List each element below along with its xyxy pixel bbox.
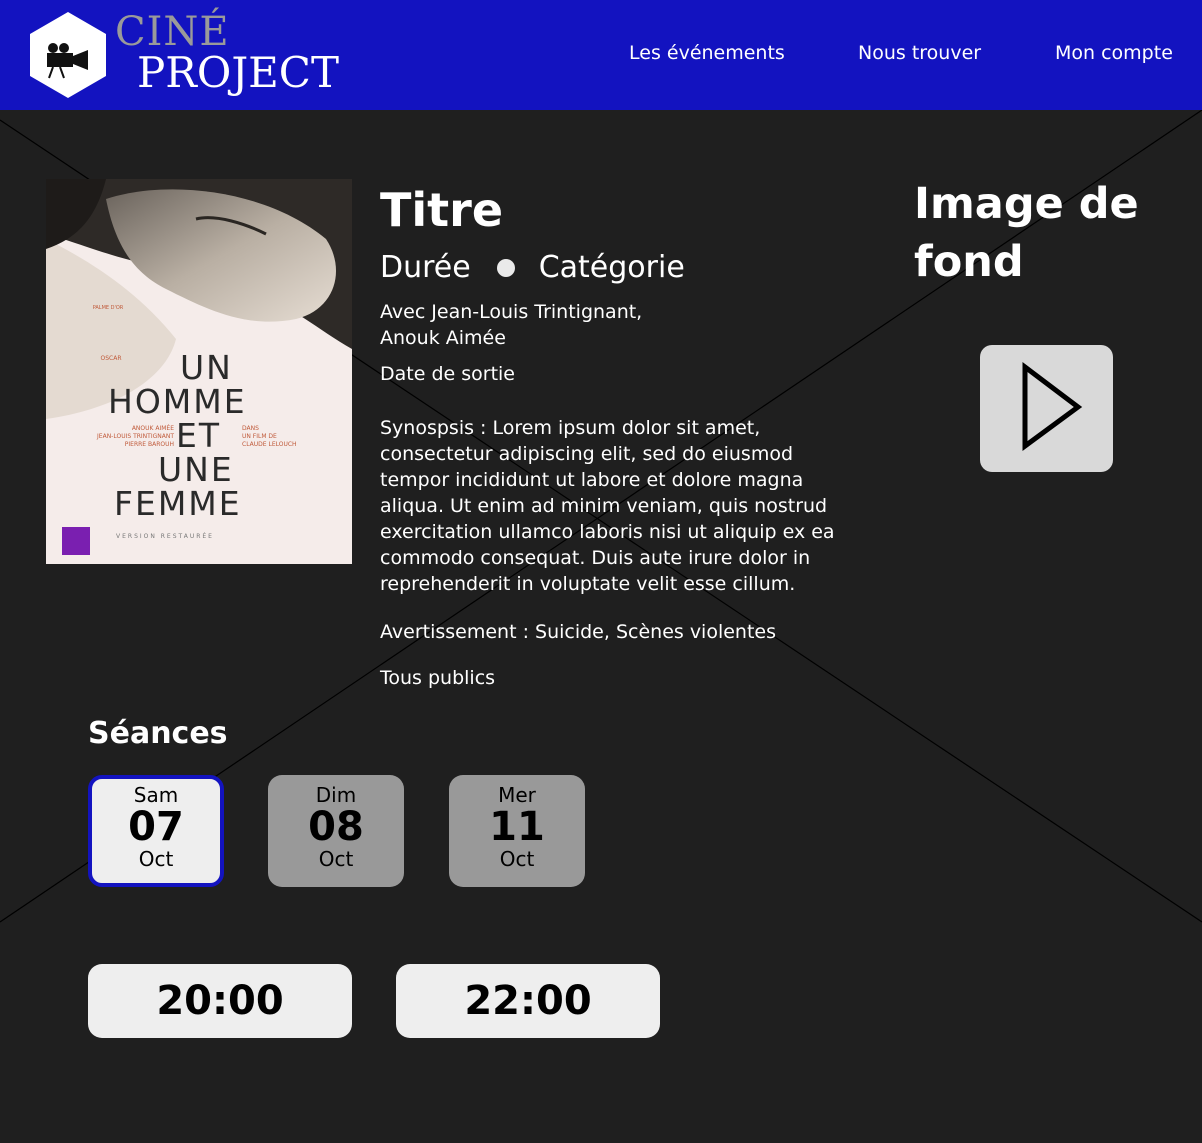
date-card-dim-08[interactable]: Dim 08 Oct	[268, 775, 404, 887]
movie-cast-line: Avec Jean-Louis Trintignant,	[380, 301, 643, 323]
showtime-button-2000[interactable]: 20:00	[88, 964, 352, 1038]
date-card-sam-07[interactable]: Sam 07 Oct	[88, 775, 224, 887]
poster-actor: JEAN-LOUIS TRINTIGNANT	[97, 433, 174, 440]
brand-name-top: CINÉ	[115, 9, 230, 55]
synopsis-line: exercitation ullamco laboris nisi ut ali…	[380, 521, 835, 543]
poster-title-line: HOMME	[108, 382, 247, 421]
poster-version: VERSION RESTAURÉE	[116, 533, 214, 540]
poster-credit: UN FILM DE	[242, 433, 277, 440]
poster-credit: CLAUDE LELOUCH	[242, 441, 297, 448]
movie-rating: Tous publics	[380, 667, 496, 689]
nav-link-nous-trouver[interactable]: Nous trouver	[858, 42, 981, 64]
date-month: Oct	[138, 847, 174, 871]
background-label-line: fond	[914, 237, 1024, 287]
poster-title-line: UNE	[158, 450, 234, 489]
brand-name-bottom: PROJECT	[137, 48, 339, 97]
synopsis-line: reprehenderit in voluptate velit esse ci…	[380, 573, 796, 595]
background-label-line: Image de	[914, 179, 1139, 229]
background-image-label: Image de fond	[914, 175, 1174, 291]
movie-meta: Durée Catégorie	[380, 250, 685, 285]
movie-poster: PALME D'OR OSCAR UN HOMME ET UNE FEMME A…	[46, 179, 352, 564]
showtime-button-2200[interactable]: 22:00	[396, 964, 660, 1038]
poster-actor: PIERRE BAROUH	[124, 441, 174, 448]
synopsis-line: commodo consequat. Duis aute irure dolor…	[380, 547, 811, 569]
meta-separator-dot	[496, 258, 515, 277]
seances-heading: Séances	[88, 716, 228, 751]
date-number: 08	[308, 804, 364, 850]
poster-title-line: FEMME	[114, 484, 242, 523]
logo-hexagon[interactable]	[28, 10, 108, 100]
movie-duration: Durée	[380, 250, 471, 285]
date-number: 07	[128, 804, 184, 850]
poster-credits: DANS UN FILM DE CLAUDE LELOUCH	[242, 425, 342, 449]
movie-cast-line: Anouk Aimée	[380, 327, 506, 349]
play-icon	[1022, 361, 1083, 451]
poster-palme-label: PALME D'OR	[92, 305, 124, 311]
movie-title: Titre	[380, 183, 504, 237]
movie-category: Catégorie	[538, 250, 685, 285]
nav-link-evenements[interactable]: Les événements	[629, 42, 785, 64]
date-month: Oct	[318, 847, 354, 871]
top-header: CINÉ PROJECT Les événements Nous trouver…	[0, 0, 1202, 110]
synopsis-line: tempor incididunt ut labore et dolore ma…	[380, 469, 804, 491]
movie-cast: Avec Jean-Louis Trintignant, Anouk Aimée	[380, 299, 642, 351]
synopsis-line: aliqua. Ut enim ad minim veniam, quis no…	[380, 495, 828, 517]
poster-credit: DANS	[242, 425, 259, 432]
poster-cast: ANOUK AIMÉE JEAN-LOUIS TRINTIGNANT PIERR…	[62, 425, 174, 449]
poster-actor: ANOUK AIMÉE	[131, 425, 174, 432]
synopsis-line: consectetur adipiscing elit, sed do eius…	[380, 443, 794, 465]
movie-synopsis: Synospsis : Lorem ipsum dolor sit amet, …	[380, 415, 835, 597]
date-card-mer-11[interactable]: Mer 11 Oct	[449, 775, 585, 887]
poster-partner-logo	[62, 527, 90, 555]
poster-title-line: UN	[180, 348, 233, 387]
nav-link-mon-compte[interactable]: Mon compte	[1055, 42, 1173, 64]
movie-warning: Avertissement : Suicide, Scènes violente…	[380, 621, 777, 643]
date-month: Oct	[499, 847, 535, 871]
play-trailer-button[interactable]	[980, 345, 1113, 472]
movie-release-date: Date de sortie	[380, 363, 515, 385]
date-number: 11	[489, 804, 545, 850]
synopsis-line: Synospsis : Lorem ipsum dolor sit amet,	[380, 417, 761, 439]
